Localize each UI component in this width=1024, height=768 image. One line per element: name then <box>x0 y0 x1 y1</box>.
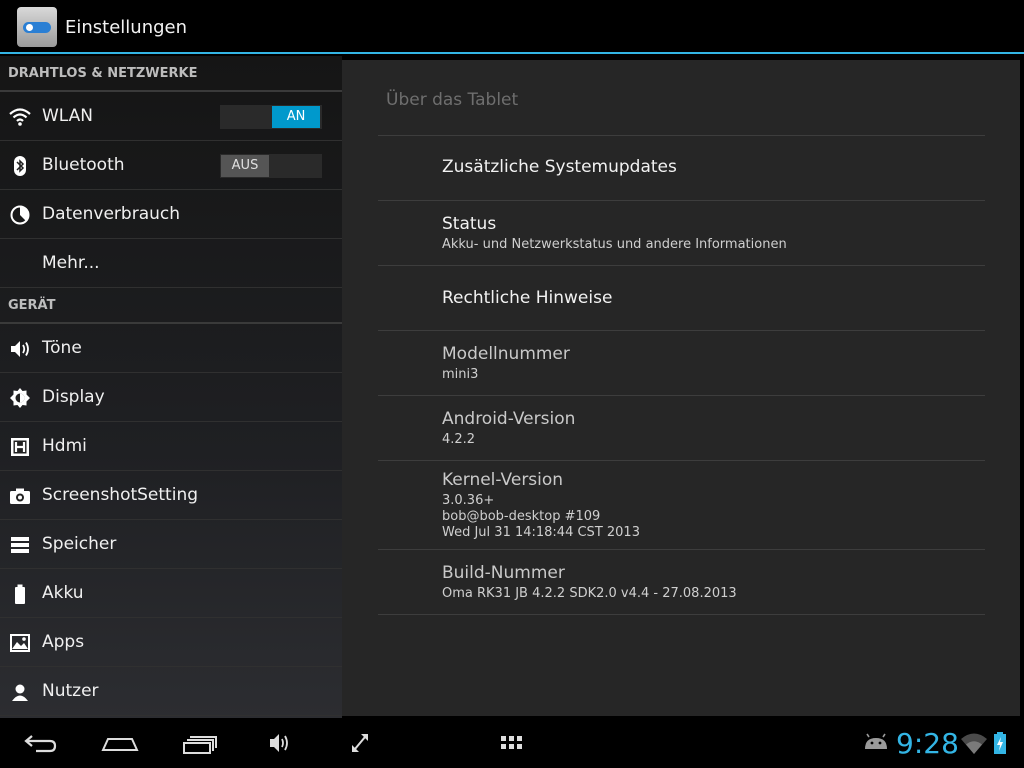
pref-title: Build-Nummer <box>442 563 565 583</box>
home-icon[interactable] <box>100 728 140 758</box>
pref-kernel-version: Kernel-Version 3.0.36+ bob@bob-desktop #… <box>442 470 982 541</box>
settings-app-icon[interactable] <box>17 7 57 47</box>
pref-summary: mini3 <box>442 367 479 382</box>
fullscreen-icon[interactable] <box>349 728 371 758</box>
sidebar-item-more[interactable]: Mehr... <box>0 239 342 288</box>
volume-icon[interactable] <box>268 728 292 758</box>
sidebar-item-label: Datenverbrauch <box>42 204 181 224</box>
user-icon <box>12 684 28 701</box>
pref-title: Modellnummer <box>442 344 570 364</box>
pref-summary-line: 3.0.36+ <box>442 493 495 508</box>
wlan-toggle[interactable]: AN <box>220 105 322 129</box>
bluetooth-icon <box>14 156 26 176</box>
settings-sidebar: DRAHTLOS & NETZWERKE WLAN AN Bluetooth A… <box>0 56 342 718</box>
hdmi-icon <box>11 438 29 456</box>
sidebar-item-display[interactable]: Display <box>0 373 342 422</box>
page-title: Über das Tablet <box>386 90 519 110</box>
sidebar-item-hdmi[interactable]: Hdmi <box>0 422 342 471</box>
pref-summary: Akku- und Netzwerkstatus und andere Info… <box>442 237 787 252</box>
bluetooth-toggle-state: AUS <box>221 155 269 177</box>
pref-summary-line: bob@bob-desktop #109 <box>442 509 601 524</box>
pref-status[interactable]: Status Akku- und Netzwerkstatus und ande… <box>442 214 982 253</box>
pref-summary: 4.2.2 <box>442 432 476 447</box>
apps-icon <box>10 634 30 652</box>
pref-title: Android-Version <box>442 409 576 429</box>
sidebar-item-label: Töne <box>42 338 82 358</box>
sidebar-item-data-usage[interactable]: Datenverbrauch <box>0 190 342 239</box>
sidebar-item-users[interactable]: Nutzer <box>0 667 342 716</box>
sidebar-item-label: ScreenshotSetting <box>42 485 199 505</box>
wlan-toggle-state: AN <box>272 106 320 128</box>
sidebar-item-label: Mehr... <box>42 253 100 273</box>
speaker-icon <box>11 341 29 357</box>
sidebar-item-label: Display <box>42 387 105 407</box>
pref-title: Zusätzliche Systemupdates <box>442 157 677 177</box>
sidebar-item-wlan[interactable]: WLAN AN <box>0 92 342 141</box>
pref-android-version[interactable]: Android-Version 4.2.2 <box>442 409 982 448</box>
sidebar-item-apps[interactable]: Apps <box>0 618 342 667</box>
sidebar-item-storage[interactable]: Speicher <box>0 520 342 569</box>
bluetooth-toggle[interactable]: AUS <box>220 154 322 178</box>
sidebar-item-label: Bluetooth <box>42 155 125 175</box>
divider <box>378 135 985 136</box>
pref-summary: Oma RK31 JB 4.2.2 SDK2.0 v4.4 - 27.08.20… <box>442 586 737 601</box>
sidebar-item-sound[interactable]: Töne <box>0 324 342 373</box>
pref-title: Status <box>442 214 497 234</box>
section-header-device: GERÄT <box>0 288 342 324</box>
recent-apps-icon[interactable] <box>182 728 220 758</box>
action-bar: Einstellungen <box>0 0 1024 54</box>
pref-summary-line: Wed Jul 31 14:18:44 CST 2013 <box>442 525 640 540</box>
sidebar-item-bluetooth[interactable]: Bluetooth AUS <box>0 141 342 190</box>
app-drawer-icon[interactable] <box>499 728 525 758</box>
battery-charging-icon <box>994 732 1006 754</box>
back-icon[interactable] <box>22 728 58 758</box>
sidebar-item-label: Speicher <box>42 534 117 554</box>
pref-model-number: Modellnummer mini3 <box>442 344 982 383</box>
sidebar-item-label: Hdmi <box>42 436 87 456</box>
brightness-icon <box>10 388 30 408</box>
sidebar-item-screenshot-setting[interactable]: ScreenshotSetting <box>0 471 342 520</box>
sidebar-item-battery[interactable]: Akku <box>0 569 342 618</box>
divider <box>378 460 985 461</box>
divider <box>378 200 985 201</box>
storage-icon <box>11 537 29 553</box>
pref-build-number[interactable]: Build-Nummer Oma RK31 JB 4.2.2 SDK2.0 v4… <box>442 563 982 602</box>
camera-icon <box>10 488 30 504</box>
pref-title: Rechtliche Hinweise <box>442 288 613 308</box>
sidebar-item-label: Nutzer <box>42 681 99 701</box>
pref-title: Kernel-Version <box>442 470 564 490</box>
pref-system-updates[interactable]: Zusätzliche Systemupdates <box>442 157 982 177</box>
section-header-wireless: DRAHTLOS & NETZWERKE <box>0 56 342 92</box>
android-debug-icon[interactable] <box>862 728 890 758</box>
app-title: Einstellungen <box>65 17 188 38</box>
sidebar-item-label: WLAN <box>42 106 94 126</box>
divider <box>378 395 985 396</box>
divider <box>378 330 985 331</box>
system-navigation-bar: 9:28 <box>0 718 1024 768</box>
data-usage-icon <box>10 205 30 225</box>
battery-icon <box>15 584 25 604</box>
about-tablet-panel: Über das Tablet Zusätzliche Systemupdate… <box>342 60 1020 716</box>
wifi-signal-icon <box>961 733 987 754</box>
divider <box>378 614 985 615</box>
pref-legal-info[interactable]: Rechtliche Hinweise <box>442 288 982 308</box>
divider <box>378 265 985 266</box>
divider <box>378 549 985 550</box>
sidebar-item-label: Akku <box>42 583 84 603</box>
wifi-icon <box>9 108 31 126</box>
sidebar-item-label: Apps <box>42 632 85 652</box>
status-clock[interactable]: 9:28 <box>896 727 959 760</box>
